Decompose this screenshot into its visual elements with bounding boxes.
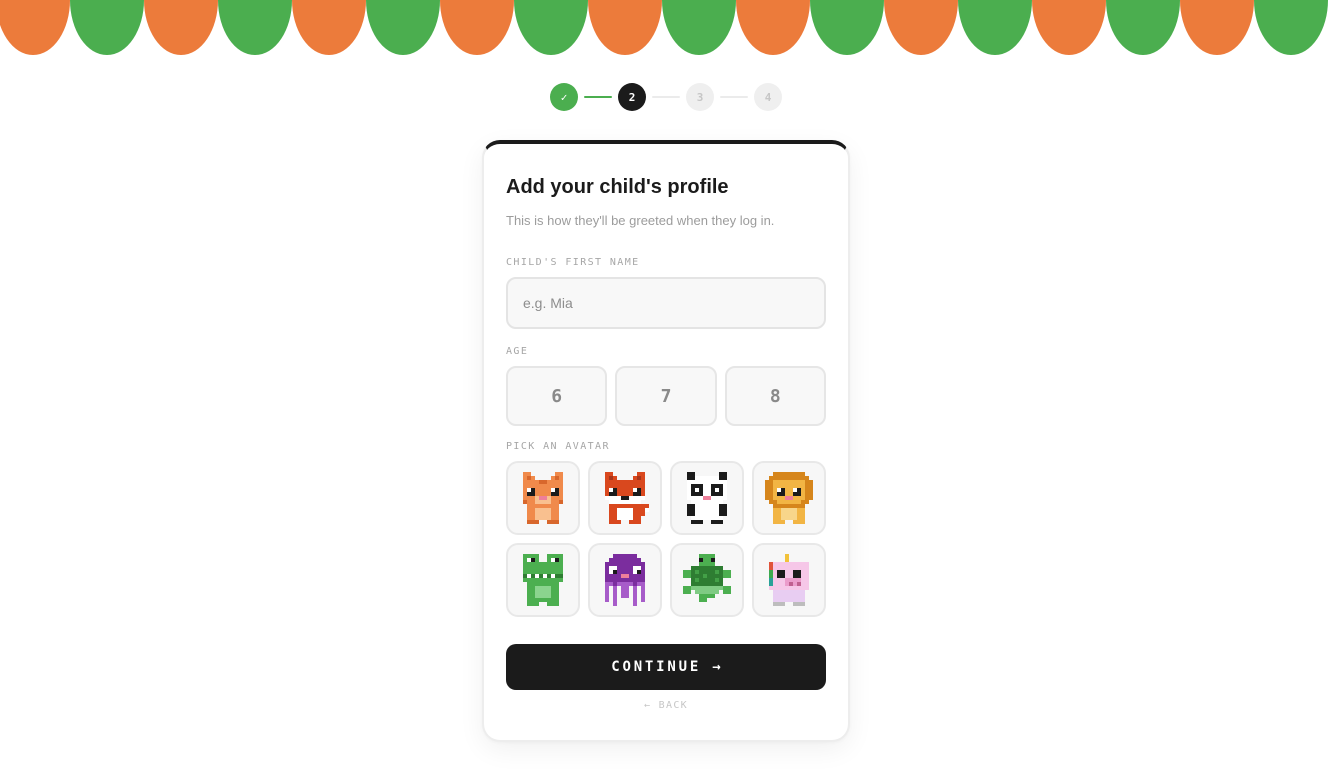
age-option-6[interactable]: 6 [506, 366, 608, 426]
bunting-scallop [70, 0, 144, 55]
avatar-option-panda[interactable] [670, 461, 744, 535]
bunting-scallop [1180, 0, 1254, 55]
step-connector [720, 96, 748, 98]
bunting-banner [0, 0, 1328, 55]
first-name-label: CHILD'S FIRST NAME [506, 257, 640, 268]
lion-avatar-icon [765, 472, 813, 524]
age-option-8[interactable]: 8 [724, 366, 826, 426]
step-2: 2 [618, 83, 646, 111]
step-connector [584, 96, 612, 98]
panda-avatar-icon [687, 472, 727, 524]
bunting-scallop [292, 0, 366, 55]
bunting-scallop [884, 0, 958, 55]
step-4: 4 [754, 83, 782, 111]
cat-avatar-icon [523, 472, 563, 524]
age-option-7[interactable]: 7 [615, 366, 717, 426]
avatar-option-fox[interactable] [588, 461, 662, 535]
bunting-scallop [514, 0, 588, 55]
bunting-scallop [440, 0, 514, 55]
continue-button[interactable]: CONTINUE → [506, 644, 826, 690]
profile-card: Add your child's profile This is how the… [482, 140, 850, 742]
page-title: Add your child's profile [506, 176, 729, 198]
avatar-label: PICK AN AVATAR [506, 441, 610, 452]
crocodile-avatar-icon [523, 554, 563, 606]
bunting-scallop [662, 0, 736, 55]
onboarding-page: ✓ 2 3 4 Add your child's profile This is ho… [0, 0, 1328, 776]
avatar-option-unicorn[interactable] [752, 543, 826, 617]
bunting-scallop [218, 0, 292, 55]
avatar-option-cat[interactable] [506, 461, 580, 535]
bunting-scallop [1032, 0, 1106, 55]
octopus-avatar-icon [605, 554, 645, 606]
bunting-scallop [958, 0, 1032, 55]
step-3: 3 [686, 83, 714, 111]
bunting-scallop [1254, 0, 1328, 55]
avatar-option-octopus[interactable] [588, 543, 662, 617]
avatar-option-crocodile[interactable] [506, 543, 580, 617]
fox-avatar-icon [605, 472, 649, 524]
age-options: 6 7 8 [506, 366, 826, 426]
bunting-scallop [1106, 0, 1180, 55]
bunting-scallop [366, 0, 440, 55]
step-connector [652, 96, 680, 98]
step-1: ✓ [550, 83, 578, 111]
avatar-option-turtle[interactable] [670, 543, 744, 617]
avatar-grid [506, 461, 826, 617]
page-subtitle: This is how they'll be greeted when they… [506, 213, 775, 228]
turtle-avatar-icon [683, 554, 731, 602]
first-name-input[interactable] [506, 277, 826, 329]
unicorn-avatar-icon [769, 554, 809, 606]
bunting-scallop [810, 0, 884, 55]
bunting-scallop [588, 0, 662, 55]
bunting-scallop [736, 0, 810, 55]
age-label: AGE [506, 346, 529, 357]
avatar-option-lion[interactable] [752, 461, 826, 535]
bunting-scallop [0, 0, 70, 55]
back-link[interactable]: ← BACK [506, 699, 826, 713]
bunting-scallop [144, 0, 218, 55]
progress-stepper: ✓ 2 3 4 [550, 83, 782, 111]
